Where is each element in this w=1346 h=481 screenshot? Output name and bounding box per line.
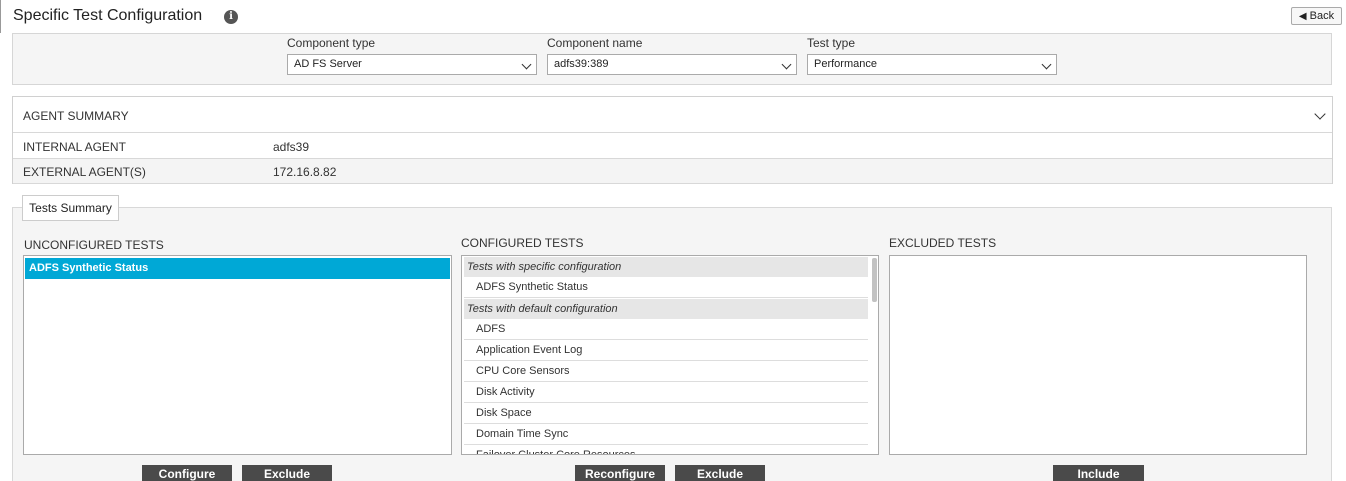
list-item[interactable]: ADFS Synthetic Status [464,277,868,298]
configured-tests-label: CONFIGURED TESTS [461,236,584,250]
chevron-down-icon [781,59,792,70]
back-button-label: Back [1309,10,1335,22]
agent-row-internal: INTERNAL AGENT adfs39 [13,134,1332,159]
test-type-value: Performance [814,58,877,70]
info-icon[interactable]: i [224,10,238,24]
agent-key: EXTERNAL AGENT(S) [23,165,146,179]
group-header: Tests with default configuration [464,299,868,319]
configure-button[interactable]: Configure [142,465,232,481]
list-item[interactable]: ADFS [464,319,868,340]
unconfigured-tests-label: UNCONFIGURED TESTS [24,238,164,252]
exclude-configured-button[interactable]: Exclude [675,465,765,481]
list-item[interactable]: CPU Core Sensors [464,361,868,382]
agent-value: 172.16.8.82 [273,165,337,179]
component-type-value: AD FS Server [294,58,362,70]
list-item[interactable]: ADFS Synthetic Status [25,258,450,279]
list-item[interactable]: Application Event Log [464,340,868,361]
list-item[interactable]: Failover Cluster Core Resources [464,445,868,454]
component-type-label: Component type [287,36,376,50]
list-item[interactable]: Disk Space [464,403,868,424]
tests-summary-legend: Tests Summary [22,195,119,221]
title-bar: Specific Test Configuration i ◀ Back [0,0,1346,33]
collapse-chevron-icon[interactable] [1314,108,1326,120]
scrollbar[interactable] [872,258,877,302]
agent-key: INTERNAL AGENT [23,140,126,154]
unconfigured-tests-list[interactable]: ADFS Synthetic Status [23,255,452,455]
back-arrow-icon: ◀ [1298,10,1307,22]
list-item[interactable]: Domain Time Sync [464,424,868,445]
component-name-value: adfs39:389 [554,58,609,70]
exclude-unconfigured-button[interactable]: Exclude [242,465,332,481]
configured-tests-list[interactable]: Tests with specific configuration ADFS S… [461,255,879,455]
component-name-select[interactable]: adfs39:389 [547,54,797,75]
agent-summary-title: AGENT SUMMARY [23,109,129,123]
agent-value: adfs39 [273,140,310,154]
page-title: Specific Test Configuration [13,7,203,24]
group-header: Tests with specific configuration [464,257,868,277]
reconfigure-button[interactable]: Reconfigure [575,465,665,481]
filter-panel: Component type AD FS Server Component na… [12,33,1332,85]
chevron-down-icon [521,59,532,70]
list-item[interactable]: Disk Activity [464,382,868,403]
agent-summary-panel: AGENT SUMMARY INTERNAL AGENT adfs39 EXTE… [12,96,1333,184]
chevron-down-icon [1041,59,1052,70]
agent-summary-header[interactable]: AGENT SUMMARY [13,97,1332,133]
excluded-tests-label: EXCLUDED TESTS [889,236,997,250]
component-type-select[interactable]: AD FS Server [287,54,537,75]
component-name-label: Component name [547,36,643,50]
excluded-tests-list[interactable] [889,255,1307,455]
agent-row-external: EXTERNAL AGENT(S) 172.16.8.82 [13,159,1332,184]
test-type-select[interactable]: Performance [807,54,1057,75]
include-button[interactable]: Include [1053,465,1144,481]
test-type-label: Test type [807,36,856,50]
back-button[interactable]: ◀ Back [1291,7,1342,25]
